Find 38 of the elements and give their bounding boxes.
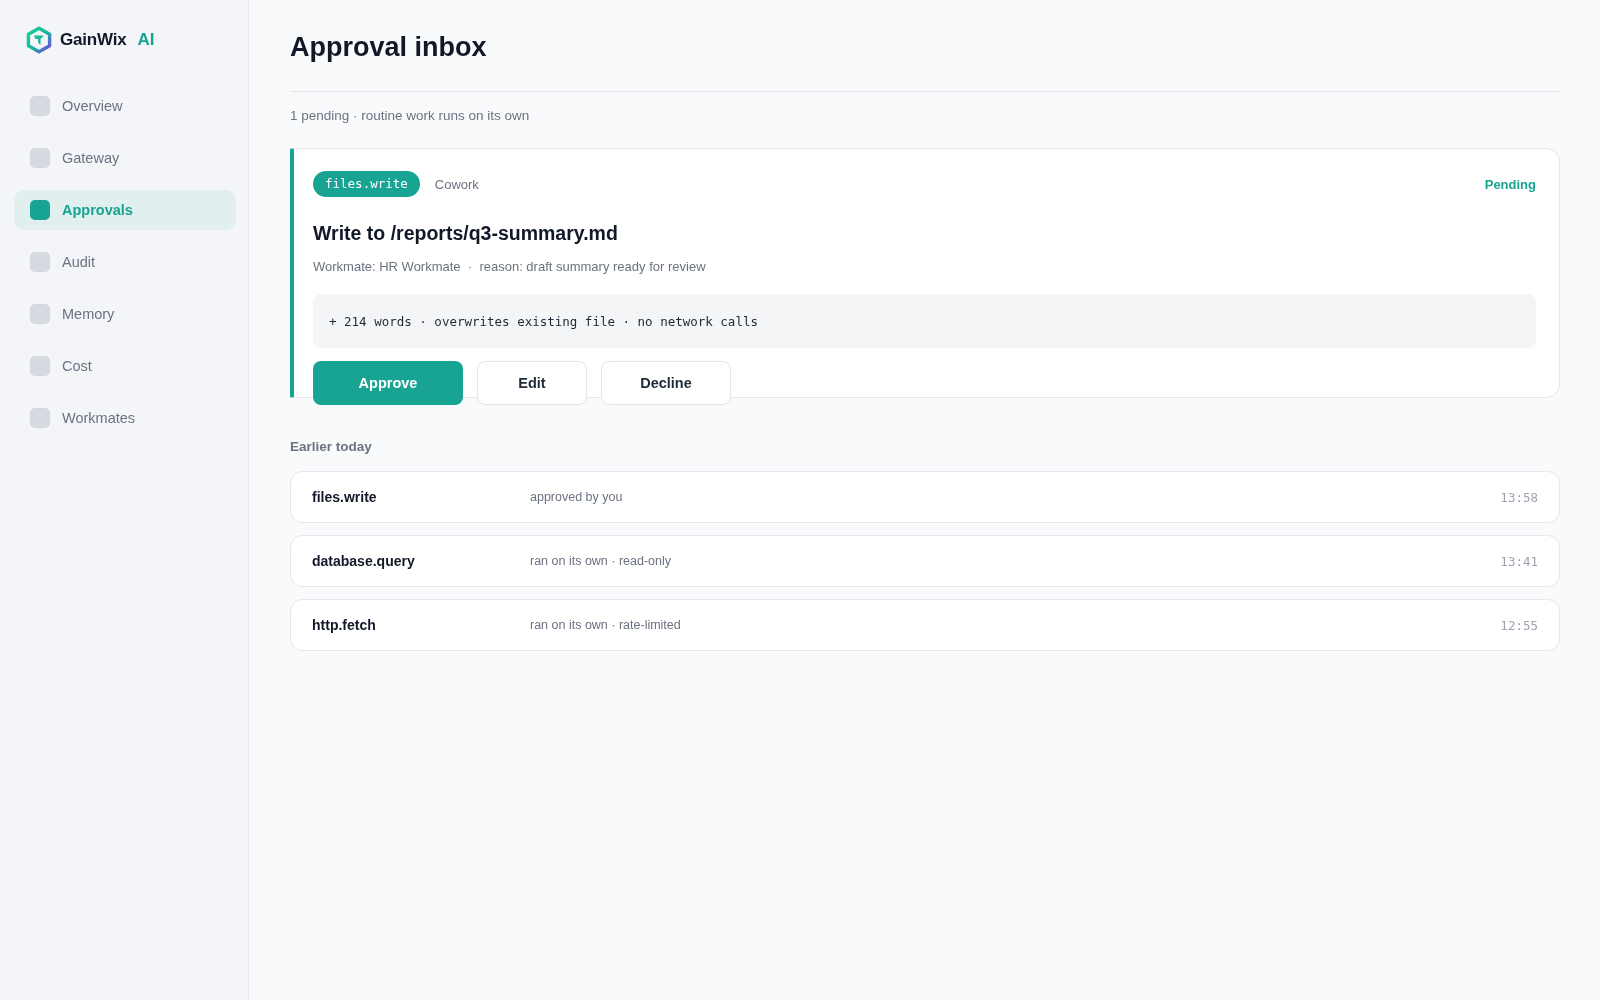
source-label: Cowork [434,176,479,192]
row-time: 12:55 [1500,617,1538,633]
hexagon-logo-icon [25,26,53,54]
status-label: Pending [1484,176,1536,192]
sidebar-item[interactable]: Approvals [14,190,236,230]
request-meta: Workmate: HR Workmate · reason: draft summary ready for review [313,259,707,275]
tool-name: database.query [312,553,416,569]
page-title: Approval inbox [290,31,488,64]
section-heading: Earlier today [290,438,373,456]
square-icon [30,304,50,324]
sidebar-item[interactable]: Cost [14,346,236,386]
row-time: 13:58 [1500,489,1538,505]
sidebar-item[interactable]: Gateway [14,138,236,178]
decline-button[interactable]: Decline [601,361,731,405]
brand-suffix: AI [137,30,155,50]
approve-button[interactable]: Approve [313,361,463,405]
square-icon [30,356,50,376]
sidebar-item[interactable]: Audit [14,242,236,282]
row-time: 13:41 [1500,553,1538,569]
square-icon [30,200,50,220]
square-icon [30,252,50,272]
tool-name: http.fetch [312,617,377,633]
row-note: ran on its own · read-only [530,554,672,568]
tool-name: files.write [312,489,378,505]
brand-name: GainWix [60,30,127,50]
page-subtitle: 1 pending · routine work runs on its own [290,107,531,125]
square-icon [30,148,50,168]
request-title: Write to /reports/q3-summary.md [313,221,619,245]
sidebar-item[interactable]: Workmates [14,398,236,438]
sidebar-item[interactable]: Memory [14,294,236,334]
square-icon [30,96,50,116]
request-details: + 214 words · overwrites existing file · no network calls [313,294,1536,348]
tool-tag: files.write [313,171,420,197]
edit-button[interactable]: Edit [477,361,587,405]
sidebar-item[interactable]: Overview [14,86,236,126]
row-note: ran on its own · rate-limited [530,618,681,632]
row-note: approved by you [530,490,623,504]
square-icon [30,408,50,428]
